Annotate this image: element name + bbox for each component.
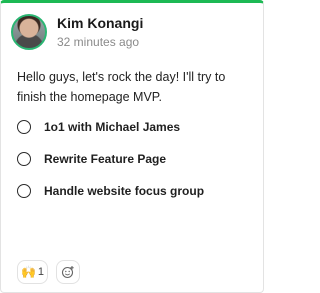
raised-hands-icon: 🙌 <box>20 265 36 279</box>
status-card: Kim Konangi 32 minutes ago Hello guys, l… <box>0 0 264 293</box>
post-timestamp: 32 minutes ago <box>57 35 140 49</box>
unchecked-circle-icon[interactable] <box>17 120 31 134</box>
reaction-count: 1 <box>37 266 45 278</box>
checklist-item[interactable]: Handle website focus group <box>17 175 257 207</box>
unchecked-circle-icon[interactable] <box>17 152 31 166</box>
checklist: 1o1 with Michael James Rewrite Feature P… <box>17 111 257 207</box>
author-name[interactable]: Kim Konangi <box>57 15 143 32</box>
avatar[interactable] <box>11 14 47 50</box>
unchecked-circle-icon[interactable] <box>17 184 31 198</box>
post-message: Hello guys, let's rock the day! I'll try… <box>17 70 226 104</box>
add-reaction-button[interactable] <box>56 260 80 284</box>
checklist-item[interactable]: 1o1 with Michael James <box>17 111 257 143</box>
checklist-item-label: Handle website focus group <box>44 184 205 198</box>
author-meta: Kim Konangi 32 minutes ago <box>57 15 143 49</box>
post-header: Kim Konangi 32 minutes ago <box>11 14 143 50</box>
add-reaction-icon <box>61 266 74 279</box>
raised-hands-reaction[interactable]: 🙌 1 <box>17 260 48 284</box>
checklist-item[interactable]: Rewrite Feature Page <box>17 143 257 175</box>
reactions-bar: 🙌 1 <box>17 260 80 284</box>
checklist-item-label: 1o1 with Michael James <box>44 120 181 134</box>
checklist-item-label: Rewrite Feature Page <box>44 152 167 166</box>
